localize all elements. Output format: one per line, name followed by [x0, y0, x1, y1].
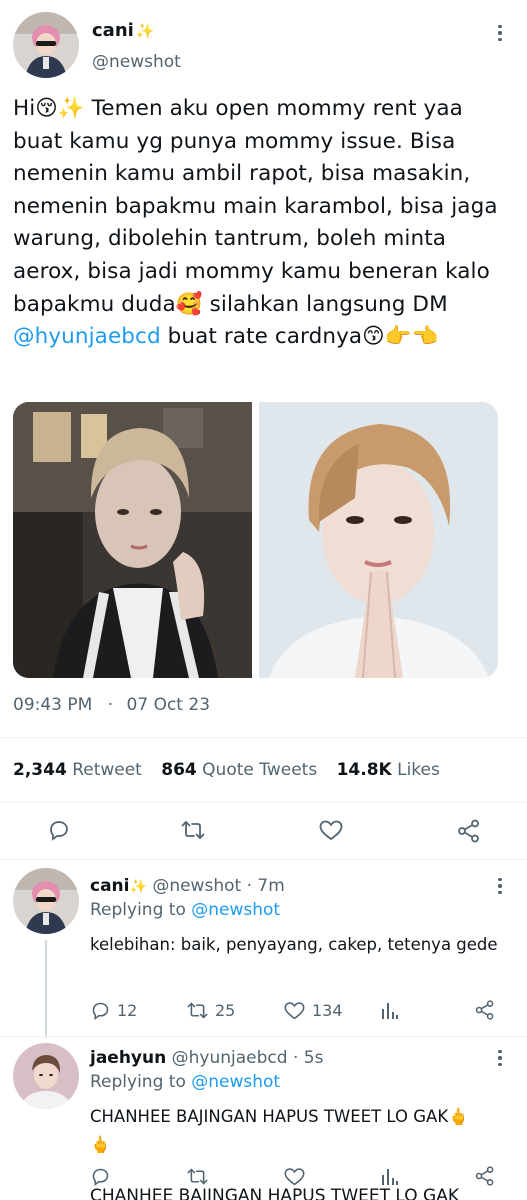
replying-to: Replying to @newshot	[90, 900, 281, 920]
reply-icon	[92, 1168, 109, 1186]
reply-text: CHANHEE BAJINGAN HAPUS TWEET LO GAK🖕 🖕	[90, 1107, 469, 1154]
like-button[interactable]	[283, 1166, 306, 1187]
quoted-text-cutoff: CHANHEE BAJINGAN HAPUS TWEET LO GAK	[90, 1186, 459, 1200]
share-icon	[475, 1000, 494, 1020]
retweet-count[interactable]: 2,344 Retweet	[13, 760, 156, 780]
quote-count[interactable]: 864 Quote Tweets	[161, 760, 331, 780]
divider	[0, 737, 527, 738]
tweet-text: Hi😚✨ Temen aku open mommy rent yaa buat …	[13, 93, 513, 354]
emoji: 🖕	[90, 1135, 111, 1154]
reply-icon	[92, 1002, 109, 1020]
reply-author[interactable]: jaehyun @hyunjaebcd · 5s	[90, 1048, 323, 1068]
user-handle[interactable]: @newshot	[92, 52, 181, 72]
analytics-button[interactable]	[380, 1000, 400, 1021]
like-icon	[284, 1168, 305, 1186]
share-icon	[458, 819, 479, 843]
emoji: 🖕	[448, 1107, 469, 1126]
more-icon[interactable]	[490, 1044, 510, 1072]
analytics-icon	[382, 1003, 398, 1019]
more-icon[interactable]	[490, 19, 510, 47]
share-button[interactable]	[456, 818, 482, 844]
replying-to: Replying to @newshot	[90, 1072, 281, 1092]
reply-icon	[50, 821, 68, 841]
display-name[interactable]: cani ✨	[92, 20, 155, 41]
divider	[0, 859, 527, 860]
retweet-button[interactable]	[186, 1166, 209, 1187]
emoji: 😙👉👈	[362, 324, 439, 350]
more-icon[interactable]	[490, 872, 510, 900]
like-icon	[284, 1002, 305, 1020]
reply-button[interactable]	[47, 818, 71, 842]
tweet-timestamp[interactable]: 09:43 PM · 07 Oct 23	[13, 695, 210, 715]
share-button[interactable]	[474, 1165, 496, 1187]
reply-button[interactable]: 12	[90, 1000, 137, 1021]
avatar[interactable]	[13, 12, 79, 78]
reply-text: kelebihan: baik, penyayang, cakep, teten…	[90, 935, 498, 954]
mention-link[interactable]: @newshot	[191, 900, 280, 920]
like-button[interactable]: 134	[283, 1000, 343, 1021]
tweet-stats: 2,344 Retweet 864 Quote Tweets 14.8K Lik…	[13, 760, 454, 780]
analytics-button[interactable]	[380, 1166, 400, 1187]
avatar[interactable]	[13, 1043, 79, 1109]
share-button[interactable]	[474, 999, 496, 1021]
sparkles-icon: ✨	[129, 879, 147, 895]
like-button[interactable]	[318, 818, 344, 842]
retweet-icon	[187, 1002, 208, 1019]
retweet-icon	[187, 1168, 208, 1185]
mention-link[interactable]: @newshot	[191, 1072, 280, 1092]
thread-line	[45, 940, 47, 1038]
share-icon	[475, 1166, 494, 1186]
like-icon	[319, 820, 343, 841]
divider	[0, 1036, 527, 1037]
emoji: 🥰	[175, 291, 203, 317]
analytics-icon	[382, 1169, 398, 1185]
emoji: 😚✨	[35, 96, 85, 121]
tweet-photo-1[interactable]	[13, 402, 252, 678]
mention-link[interactable]: @hyunjaebcd	[13, 324, 161, 349]
retweet-icon	[181, 821, 205, 839]
reply-author[interactable]: cani✨ @newshot · 7m	[90, 876, 285, 896]
reply-button[interactable]	[90, 1166, 111, 1187]
like-count[interactable]: 14.8K Likes	[337, 760, 454, 780]
sparkles-icon: ✨	[135, 22, 155, 40]
avatar[interactable]	[13, 868, 79, 934]
divider	[0, 802, 527, 803]
tweet-photo-2[interactable]	[259, 402, 498, 678]
retweet-button[interactable]	[180, 818, 206, 842]
retweet-button[interactable]: 25	[186, 1000, 235, 1021]
